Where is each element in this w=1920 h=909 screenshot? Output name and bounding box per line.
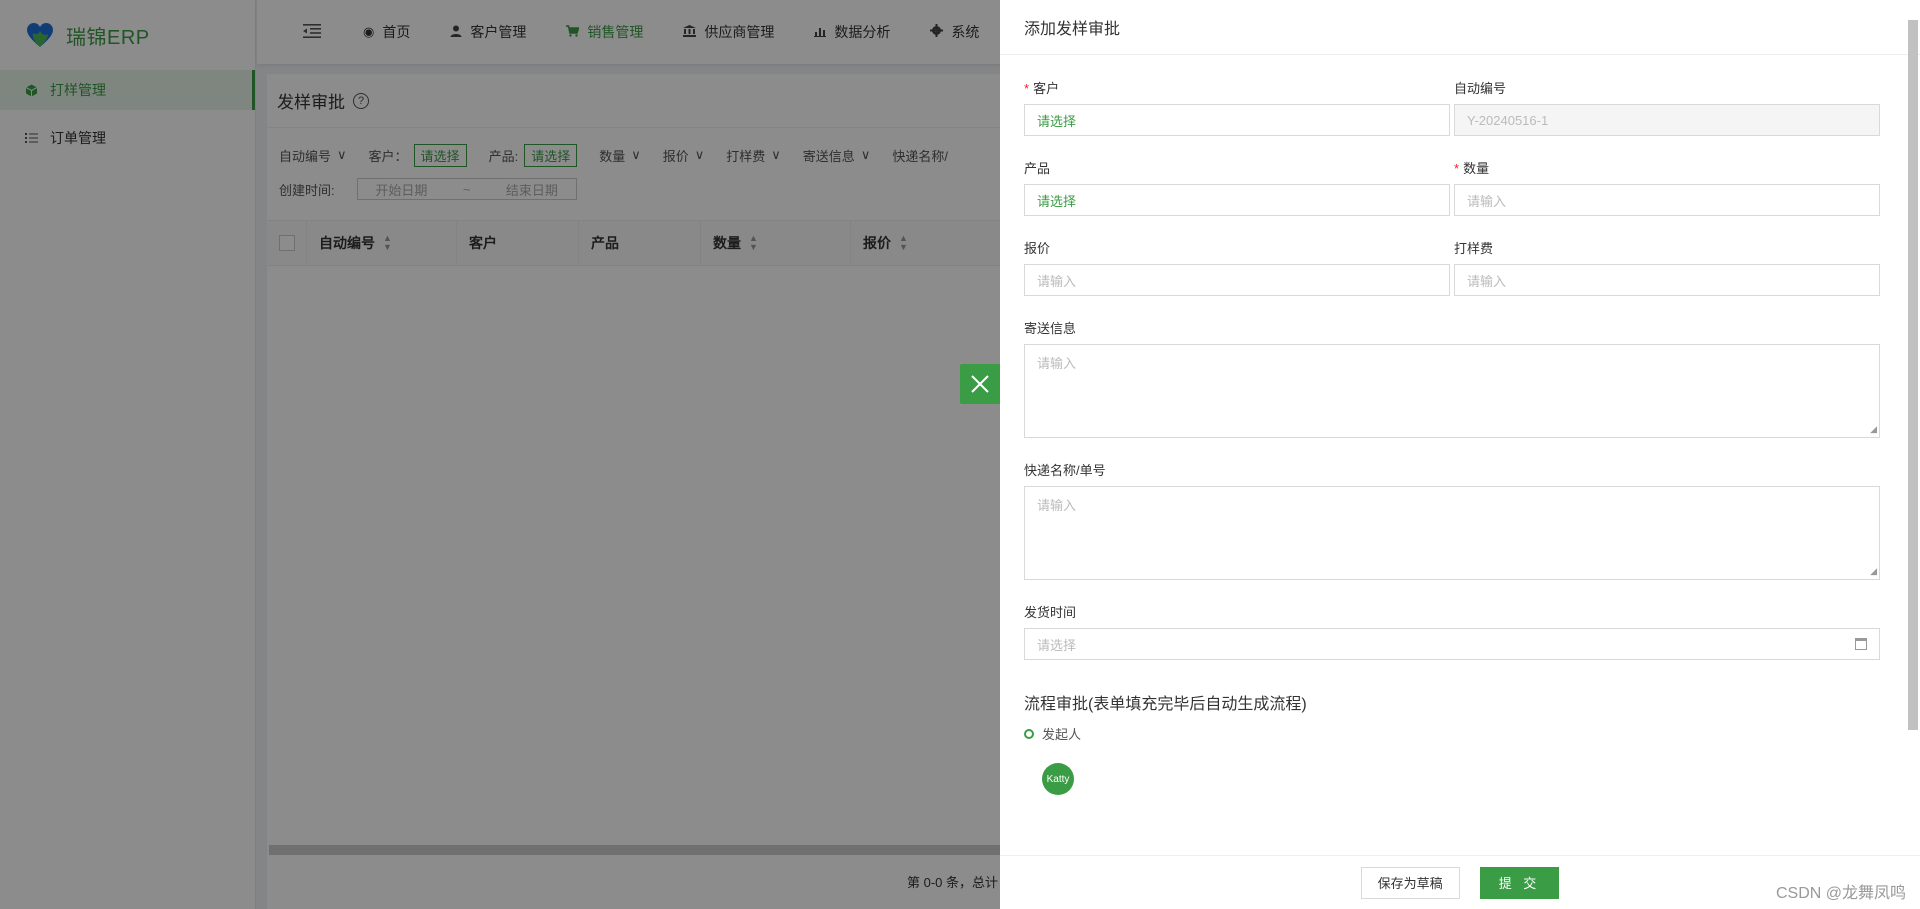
field-product: 产品 请选择 (1024, 162, 1450, 216)
resize-handle-icon[interactable]: ◢ (1870, 424, 1877, 435)
auto-code-input: Y-20240516-1 (1454, 104, 1880, 136)
save-draft-button[interactable]: 保存为草稿 (1360, 866, 1460, 899)
ship-time-picker[interactable]: 请选择 (1024, 628, 1880, 660)
field-express: 快递名称/单号 请输入 ◢ (1024, 464, 1880, 580)
submit-button[interactable]: 提 交 (1479, 866, 1560, 899)
field-ship-time: 发货时间 请选择 (1024, 606, 1880, 660)
quantity-input[interactable]: 请输入 (1454, 184, 1880, 216)
express-textarea[interactable]: 请输入 ◢ (1024, 486, 1880, 580)
field-sample-fee: 打样费 请输入 (1454, 242, 1880, 296)
field-quote: 报价 请输入 (1024, 242, 1450, 296)
avatar: Katty (1042, 763, 1074, 795)
sample-fee-input[interactable]: 请输入 (1454, 264, 1880, 296)
calendar-icon (1855, 638, 1867, 650)
field-shipping-info: 寄送信息 请输入 ◢ (1024, 322, 1880, 438)
modal-overlay[interactable] (0, 0, 1000, 909)
flow-step-initiator: 发起人 (1024, 724, 1880, 743)
customer-select[interactable]: 请选择 (1024, 104, 1450, 136)
drawer-title: 添加发样审批 (1000, 0, 1920, 55)
quote-input[interactable]: 请输入 (1024, 264, 1450, 296)
product-select[interactable]: 请选择 (1024, 184, 1450, 216)
field-customer: * 客户 请选择 (1024, 82, 1450, 136)
shipping-info-textarea[interactable]: 请输入 ◢ (1024, 344, 1880, 438)
add-sample-approval-drawer: 添加发样审批 * 客户 请选择 自动编号 Y-20240516-1 产品 请选择 … (1000, 0, 1920, 909)
close-icon (971, 375, 989, 393)
drawer-close-button[interactable] (960, 364, 1000, 404)
field-quantity: * 数量 请输入 (1454, 162, 1880, 216)
drawer-scrollbar[interactable] (1908, 20, 1918, 730)
field-auto-code: 自动编号 Y-20240516-1 (1454, 82, 1880, 136)
resize-handle-icon[interactable]: ◢ (1870, 566, 1877, 577)
flow-approval-title: 流程审批(表单填充完毕后自动生成流程) (1024, 696, 1307, 713)
drawer-form: * 客户 请选择 自动编号 Y-20240516-1 产品 请选择 * 数量 请输入… (1024, 56, 1880, 856)
timeline-dot-icon (1024, 728, 1034, 739)
watermark: CSDN @龙舞凤鸣 (1775, 885, 1906, 902)
